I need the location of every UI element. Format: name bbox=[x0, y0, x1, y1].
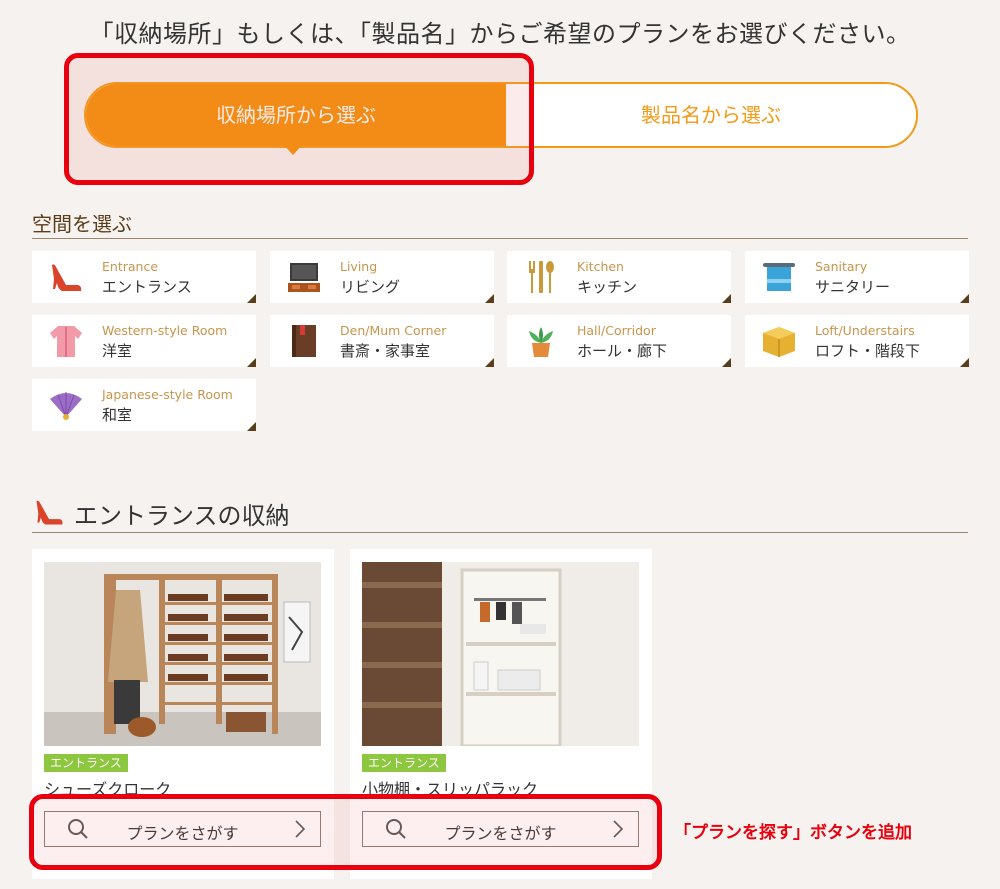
category-tag: エントランス bbox=[44, 754, 128, 772]
space-label-ja: ロフト・階段下 bbox=[815, 342, 921, 360]
high-heel-icon bbox=[52, 264, 82, 291]
selection-toggle: 収納場所から選ぶ 製品名から選ぶ bbox=[84, 82, 918, 148]
space-card-den[interactable]: Den/Mum Corner 書斎・家事室 bbox=[270, 315, 494, 367]
space-label-en: Entrance bbox=[102, 259, 159, 274]
product-card-slipper-rack: エントランス 小物棚・スリッパラック プランをさがす bbox=[350, 549, 652, 879]
space-card-loft[interactable]: Loft/Understairs ロフト・階段下 bbox=[745, 315, 969, 367]
space-label-ja: リビング bbox=[340, 278, 401, 296]
high-heel-icon bbox=[36, 500, 63, 525]
space-label-ja: ホール・廊下 bbox=[577, 342, 668, 360]
space-label-en: Kitchen bbox=[577, 259, 624, 274]
shoe-cloak-photo bbox=[44, 562, 321, 746]
space-card-hall[interactable]: Hall/Corridor ホール・廊下 bbox=[507, 315, 731, 367]
find-plan-button[interactable]: プランをさがす bbox=[44, 811, 321, 847]
space-label-en: Sanitary bbox=[815, 259, 868, 274]
space-label-ja: 書斎・家事室 bbox=[340, 342, 431, 360]
product-card-shoe-cloak: エントランス シューズクローク プランをさがす bbox=[32, 549, 334, 879]
tv-icon bbox=[288, 263, 320, 292]
product-title: シューズクローク bbox=[44, 780, 172, 799]
space-card-sanitary[interactable]: Sanitary サニタリー bbox=[745, 251, 969, 303]
space-label-ja: 洋室 bbox=[102, 342, 133, 360]
space-card-western-room[interactable]: Western-style Room 洋室 bbox=[32, 315, 256, 367]
chevron-right-icon bbox=[613, 820, 624, 838]
space-label-ja: サニタリー bbox=[815, 278, 891, 296]
corner-marker bbox=[485, 294, 494, 303]
chevron-right-icon bbox=[295, 820, 306, 838]
space-label-en: Japanese-style Room bbox=[102, 387, 233, 402]
category-tag: エントランス bbox=[362, 754, 446, 772]
shirt-icon bbox=[50, 326, 82, 357]
corner-marker bbox=[485, 358, 494, 367]
corner-marker bbox=[722, 358, 731, 367]
space-label-en: Hall/Corridor bbox=[577, 323, 656, 338]
towel-icon bbox=[763, 263, 795, 291]
corner-marker bbox=[247, 294, 256, 303]
space-label-en: Den/Mum Corner bbox=[340, 323, 447, 338]
space-label-en: Western-style Room bbox=[102, 323, 228, 338]
space-card-kitchen[interactable]: Kitchen キッチン bbox=[507, 251, 731, 303]
find-plan-button[interactable]: プランをさがす bbox=[362, 811, 639, 847]
book-icon bbox=[292, 325, 316, 357]
tab-by-product[interactable]: 製品名から選ぶ bbox=[506, 84, 916, 146]
box-icon bbox=[763, 327, 795, 357]
space-card-japanese-room[interactable]: Japanese-style Room 和室 bbox=[32, 379, 256, 431]
entrance-section-title: エントランスの収納 bbox=[74, 502, 290, 530]
plant-icon bbox=[529, 327, 553, 357]
find-plan-button-label: プランをさがす bbox=[444, 824, 557, 843]
folding-fan-icon bbox=[50, 392, 82, 420]
active-tab-pointer bbox=[283, 144, 303, 155]
space-label-ja: 和室 bbox=[102, 406, 133, 424]
corner-marker bbox=[960, 294, 969, 303]
find-plan-button-label: プランをさがす bbox=[126, 824, 239, 843]
annotation-note: 「プランを探す」ボタンを追加 bbox=[674, 823, 912, 843]
cutlery-icon bbox=[529, 261, 554, 293]
space-card-entrance[interactable]: Entrance エントランス bbox=[32, 251, 256, 303]
space-label-ja: キッチン bbox=[577, 278, 638, 296]
entrance-section-header: エントランスの収納 bbox=[32, 494, 968, 533]
corner-marker bbox=[247, 358, 256, 367]
space-card-living[interactable]: Living リビング bbox=[270, 251, 494, 303]
space-label-en: Living bbox=[340, 259, 378, 274]
corner-marker bbox=[960, 358, 969, 367]
page-headline: 「収納場所」もしくは、「製品名」からご希望のプランをお選びください。 bbox=[89, 20, 911, 48]
corner-marker bbox=[722, 294, 731, 303]
space-label-en: Loft/Understairs bbox=[815, 323, 915, 338]
corner-marker bbox=[247, 422, 256, 431]
space-section-title: 空間を選ぶ bbox=[32, 208, 968, 239]
tab-by-location[interactable]: 収納場所から選ぶ bbox=[86, 84, 506, 146]
space-label-ja: エントランス bbox=[102, 278, 192, 296]
slipper-rack-photo bbox=[362, 562, 639, 746]
product-title: 小物棚・スリッパラック bbox=[362, 780, 539, 799]
